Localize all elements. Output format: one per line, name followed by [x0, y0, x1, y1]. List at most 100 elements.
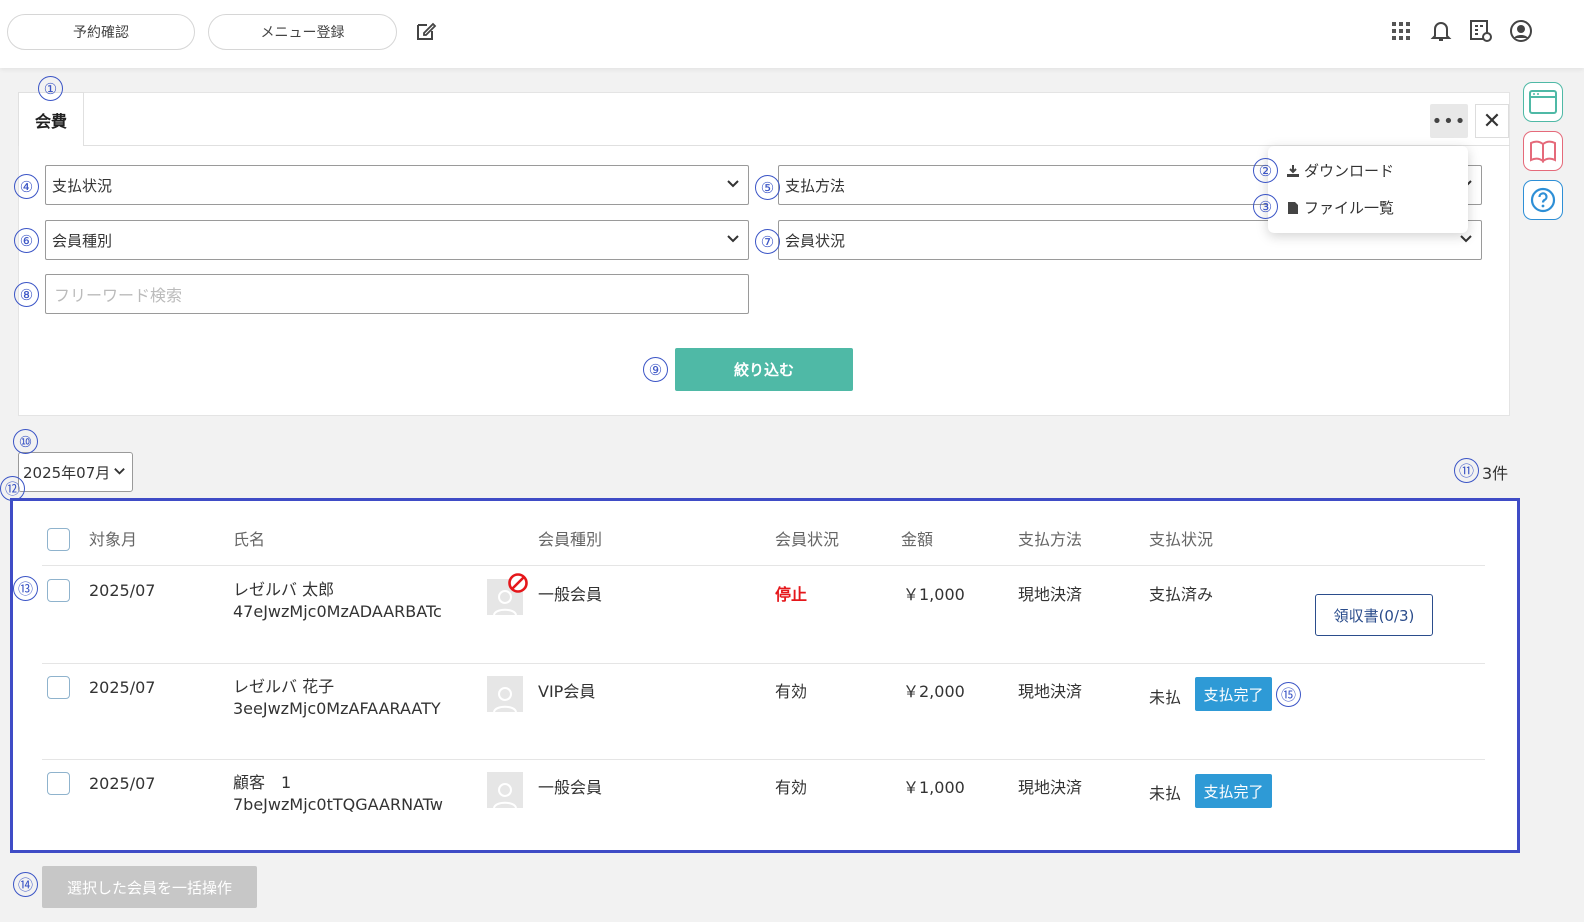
annotation-marker: ①	[38, 76, 63, 101]
row-amount: ￥2,000	[903, 682, 965, 701]
chevron-down-icon	[1460, 235, 1472, 243]
menu-item-file-list[interactable]: ファイル一覧	[1286, 197, 1394, 218]
row-payment-status: 未払	[1149, 688, 1182, 707]
row-payment-method: 現地決済	[1018, 778, 1083, 797]
receipt-button[interactable]: 領収書(0/3)	[1315, 594, 1433, 636]
member-name: レゼルバ 太郎	[233, 580, 335, 599]
row-divider	[42, 663, 1485, 664]
edit-icon[interactable]	[413, 18, 439, 44]
payment-complete-button[interactable]: 支払完了	[1195, 774, 1272, 808]
help-support-icon[interactable]	[1523, 180, 1563, 220]
row-payment-status: 支払済み	[1149, 585, 1214, 604]
menu-registration-button[interactable]: メニュー登録	[208, 14, 397, 50]
avatar	[487, 772, 523, 808]
payment-method-label: 支払方法	[785, 176, 846, 195]
menu-item-download[interactable]: ダウンロード	[1286, 160, 1394, 181]
annotation-marker: ⑪	[1454, 458, 1479, 483]
annotation-marker: ⑨	[643, 357, 668, 382]
column-header-month: 対象月	[89, 530, 138, 549]
menu-item-file-list-label: ファイル一覧	[1304, 199, 1395, 217]
user-placeholder-icon	[493, 783, 517, 808]
annotation-marker: ⑬	[13, 576, 38, 601]
row-checkbox[interactable]	[47, 676, 70, 699]
column-header-name: 氏名	[233, 530, 266, 549]
member-type-label: 会員種別	[52, 231, 113, 250]
row-amount: ￥1,000	[903, 585, 965, 604]
header-divider	[42, 565, 1485, 566]
member-name: 顧客 1	[233, 773, 292, 792]
more-options-button[interactable]: •••	[1430, 104, 1468, 138]
row-amount: ￥1,000	[903, 778, 965, 797]
row-member-name[interactable]: レゼルバ 花子 3eeJwzMjc0MzAFAARAATY	[233, 676, 448, 720]
file-icon	[1288, 201, 1298, 214]
more-options-menu: ダウンロード ファイル一覧	[1268, 146, 1468, 233]
annotation-marker: ②	[1253, 158, 1278, 183]
apps-grid-icon[interactable]	[1388, 18, 1414, 44]
store-settings-icon[interactable]	[1468, 18, 1494, 44]
row-payment-method: 現地決済	[1018, 682, 1083, 701]
blocked-icon	[508, 573, 528, 593]
result-count: 3件	[1482, 464, 1509, 483]
download-icon	[1287, 164, 1299, 177]
row-payment-status: 未払	[1149, 784, 1182, 803]
search-placeholder: フリーワード検索	[54, 286, 183, 305]
reservation-check-button[interactable]: 予約確認	[7, 14, 195, 50]
member-code: 3eeJwzMjc0MzAFAARAATY	[233, 699, 441, 718]
payment-status-label: 支払状況	[52, 176, 113, 195]
column-header-payment-method: 支払方法	[1018, 530, 1083, 549]
row-divider	[42, 759, 1485, 760]
annotation-marker: ⑫	[0, 476, 25, 501]
user-placeholder-icon	[493, 687, 517, 712]
free-word-search-input[interactable]: フリーワード検索	[45, 274, 749, 314]
row-member-state: 停止	[775, 585, 808, 604]
row-member-type: 一般会員	[538, 585, 603, 604]
annotation-marker: ⑧	[14, 282, 39, 307]
column-header-amount: 金額	[901, 530, 934, 549]
chevron-down-icon	[727, 180, 739, 188]
row-member-state: 有効	[775, 778, 808, 797]
member-type-select[interactable]: 会員種別	[45, 220, 749, 260]
row-checkbox[interactable]	[47, 579, 70, 602]
row-member-type: VIP会員	[538, 682, 596, 701]
row-payment-method: 現地決済	[1018, 585, 1083, 604]
member-code: 7beJwzMjc0tTQGAARNATw	[233, 795, 443, 814]
menu-item-download-label: ダウンロード	[1304, 162, 1395, 180]
annotation-marker: ⑤	[755, 175, 780, 200]
annotation-marker: ⑮	[1276, 682, 1301, 707]
row-month: 2025/07	[89, 774, 156, 793]
account-icon[interactable]	[1508, 18, 1534, 44]
annotation-marker: ⑭	[13, 872, 38, 897]
member-state-label: 会員状況	[785, 231, 846, 250]
close-button[interactable]: ✕	[1475, 104, 1509, 138]
row-member-state: 有効	[775, 682, 808, 701]
annotation-marker: ⑦	[755, 229, 780, 254]
month-select-value: 2025年07月	[23, 463, 111, 482]
manual-book-icon[interactable]	[1523, 131, 1563, 171]
select-all-checkbox[interactable]	[47, 528, 70, 551]
annotation-marker: ⑩	[13, 429, 38, 454]
payment-status-select[interactable]: 支払状況	[45, 165, 749, 205]
filter-submit-button[interactable]: 絞り込む	[675, 348, 853, 391]
bulk-action-button[interactable]: 選択した会員を一括操作	[42, 866, 257, 908]
chevron-down-icon	[727, 235, 739, 243]
payment-complete-button[interactable]: 支払完了	[1195, 677, 1272, 711]
month-select[interactable]: 2025年07月	[18, 452, 133, 492]
row-member-name[interactable]: レゼルバ 太郎 47eJwzMjc0MzADAARBATc	[233, 579, 448, 623]
column-header-member-type: 会員種別	[538, 530, 603, 549]
annotation-marker: ④	[14, 174, 39, 199]
row-member-name[interactable]: 顧客 1 7beJwzMjc0tTQGAARNATw	[233, 772, 448, 816]
annotation-marker: ③	[1253, 194, 1278, 219]
row-month: 2025/07	[89, 581, 156, 600]
row-checkbox[interactable]	[47, 772, 70, 795]
column-header-member-state: 会員状況	[775, 530, 840, 549]
column-header-payment-status: 支払状況	[1149, 530, 1214, 549]
browser-window-icon[interactable]	[1523, 82, 1563, 122]
avatar	[487, 676, 523, 712]
member-name: レゼルバ 花子	[233, 677, 335, 696]
chevron-down-icon	[114, 468, 125, 475]
top-bar: 予約確認 メニュー登録	[0, 0, 1584, 68]
bell-icon[interactable]	[1428, 18, 1454, 44]
row-month: 2025/07	[89, 678, 156, 697]
member-code: 47eJwzMjc0MzADAARBATc	[233, 602, 442, 621]
annotation-marker: ⑥	[14, 228, 39, 253]
